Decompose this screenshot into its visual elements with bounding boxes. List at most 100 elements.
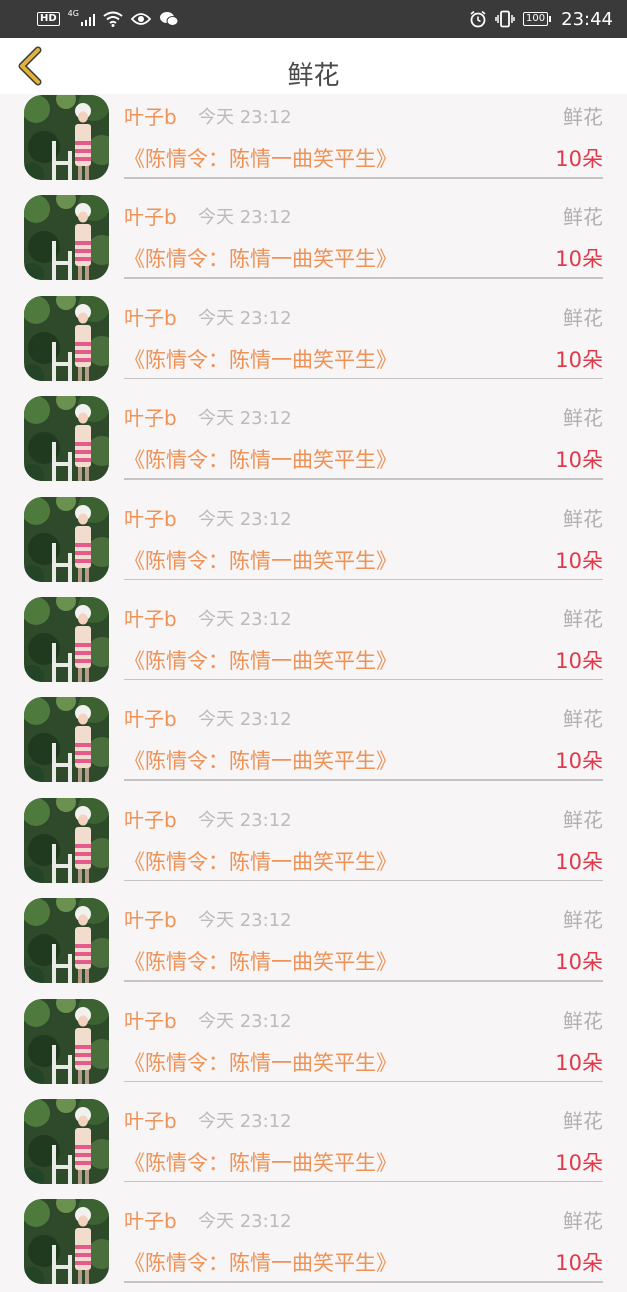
avatar-photo xyxy=(24,95,109,180)
work-title[interactable]: 《陈情令：陈情一曲笑平生》 xyxy=(124,444,397,474)
username[interactable]: 叶子b xyxy=(124,804,177,833)
avatar-photo xyxy=(24,1199,109,1285)
divider xyxy=(124,1080,603,1083)
timestamp: 今天 23:12 xyxy=(198,809,292,831)
work-title[interactable]: 《陈情令：陈情一曲笑平生》 xyxy=(124,1247,397,1277)
avatar[interactable] xyxy=(24,797,109,883)
status-right: 100 23:44 xyxy=(469,9,613,30)
list-item[interactable]: 叶子b 今天 23:12 鲜花 《陈情令：陈情一曲笑平生》 10朵 xyxy=(0,288,627,388)
gift-type: 鲜花 xyxy=(563,105,603,129)
username[interactable]: 叶子b xyxy=(124,402,177,431)
timestamp: 今天 23:12 xyxy=(198,1010,292,1032)
username[interactable]: 叶子b xyxy=(124,101,177,130)
avatar[interactable] xyxy=(24,898,109,984)
username[interactable]: 叶子b xyxy=(124,1205,177,1234)
gift-count: 10朵 xyxy=(555,950,603,975)
alarm-icon xyxy=(470,10,486,28)
work-title[interactable]: 《陈情令：陈情一曲笑平生》 xyxy=(124,1047,397,1077)
username[interactable]: 叶子b xyxy=(124,1005,177,1034)
signal-icon xyxy=(80,13,96,26)
username[interactable]: 叶子b xyxy=(124,603,177,632)
timestamp: 今天 23:12 xyxy=(198,508,292,530)
avatar-photo xyxy=(24,596,109,682)
list-item[interactable]: 叶子b 今天 23:12 鲜花 《陈情令：陈情一曲笑平生》 10朵 xyxy=(0,589,627,689)
divider xyxy=(124,980,603,982)
gift-count: 10朵 xyxy=(555,347,603,372)
avatar[interactable] xyxy=(24,95,109,180)
gift-count: 10朵 xyxy=(555,1050,603,1075)
work-title[interactable]: 《陈情令：陈情一曲笑平生》 xyxy=(124,645,397,675)
gift-type: 鲜花 xyxy=(563,1209,603,1234)
gift-type: 鲜花 xyxy=(563,305,603,330)
gift-type: 鲜花 xyxy=(563,1008,603,1033)
work-title[interactable]: 《陈情令：陈情一曲笑平生》 xyxy=(124,545,397,575)
vibrate-icon xyxy=(495,10,515,28)
gift-count: 10朵 xyxy=(555,1150,603,1175)
back-button[interactable] xyxy=(10,44,50,88)
gift-count: 10朵 xyxy=(555,448,603,473)
work-title[interactable]: 《陈情令：陈情一曲笑平生》 xyxy=(124,946,397,976)
list-item[interactable]: 叶子b 今天 23:12 鲜花 《陈情令：陈情一曲笑平生》 10朵 xyxy=(0,187,627,287)
eye-icon xyxy=(131,13,152,25)
status-bar: HD 4G 100 23:44 xyxy=(0,0,627,38)
username[interactable]: 叶子b xyxy=(124,703,177,732)
work-title[interactable]: 《陈情令：陈情一曲笑平生》 xyxy=(124,143,397,173)
gift-count: 10朵 xyxy=(555,1251,603,1276)
username[interactable]: 叶子b xyxy=(124,201,177,230)
gift-count: 10朵 xyxy=(555,648,603,673)
battery-icon: 100 xyxy=(523,12,552,26)
list-item[interactable]: 叶子b 今天 23:12 鲜花 《陈情令：陈情一曲笑平生》 10朵 xyxy=(0,991,627,1091)
timestamp: 今天 23:12 xyxy=(198,910,292,932)
page-title: 鲜花 xyxy=(287,61,340,91)
wifi-icon xyxy=(103,11,124,27)
username[interactable]: 叶子b xyxy=(124,1105,177,1134)
avatar[interactable] xyxy=(24,195,109,281)
divider xyxy=(124,1180,603,1183)
avatar-photo xyxy=(24,1098,109,1184)
avatar[interactable] xyxy=(24,396,109,482)
list-item[interactable]: 叶子b 今天 23:12 鲜花 《陈情令：陈情一曲笑平生》 10朵 xyxy=(0,489,627,589)
avatar[interactable] xyxy=(24,596,109,682)
avatar-photo xyxy=(24,998,109,1084)
work-title[interactable]: 《陈情令：陈情一曲笑平生》 xyxy=(124,1147,397,1177)
gift-count: 10朵 xyxy=(555,147,603,171)
work-title[interactable]: 《陈情令：陈情一曲笑平生》 xyxy=(124,745,397,775)
timestamp: 今天 23:12 xyxy=(198,1211,292,1233)
app-header: 鲜花 xyxy=(0,38,627,94)
gift-type: 鲜花 xyxy=(563,707,603,732)
avatar[interactable] xyxy=(24,1199,109,1285)
list-item[interactable]: 叶子b 今天 23:12 鲜花 《陈情令：陈情一曲笑平生》 10朵 xyxy=(0,689,627,789)
gift-count: 10朵 xyxy=(555,749,603,774)
work-title[interactable]: 《陈情令：陈情一曲笑平生》 xyxy=(124,344,397,374)
list-item[interactable]: 叶子b 今天 23:12 鲜花 《陈情令：陈情一曲笑平生》 10朵 xyxy=(0,790,627,890)
avatar[interactable] xyxy=(24,1098,109,1184)
divider xyxy=(124,578,603,581)
gift-type: 鲜花 xyxy=(563,1108,603,1133)
list-item[interactable]: 叶子b 今天 23:12 鲜花 《陈情令：陈情一曲笑平生》 10朵 xyxy=(0,388,627,488)
work-title[interactable]: 《陈情令：陈情一曲笑平生》 xyxy=(124,846,397,876)
divider xyxy=(124,879,603,882)
gift-count: 10朵 xyxy=(555,548,603,573)
list-item[interactable]: 叶子b 今天 23:12 鲜花 《陈情令：陈情一曲笑平生》 10朵 xyxy=(0,87,627,187)
avatar[interactable] xyxy=(24,295,109,381)
list-item[interactable]: 叶子b 今天 23:12 鲜花 《陈情令：陈情一曲笑平生》 10朵 xyxy=(0,1191,627,1291)
avatar[interactable] xyxy=(24,496,109,582)
username[interactable]: 叶子b xyxy=(124,302,177,331)
network-type: 4G xyxy=(67,8,79,18)
list-item[interactable]: 叶子b 今天 23:12 鲜花 《陈情令：陈情一曲笑平生》 10朵 xyxy=(0,1091,627,1191)
gift-type: 鲜花 xyxy=(563,406,603,431)
avatar[interactable] xyxy=(24,697,109,783)
divider xyxy=(124,177,603,179)
username[interactable]: 叶子b xyxy=(124,904,177,933)
list-item[interactable]: 叶子b 今天 23:12 鲜花 《陈情令：陈情一曲笑平生》 10朵 xyxy=(0,890,627,990)
work-title[interactable]: 《陈情令：陈情一曲笑平生》 xyxy=(124,243,397,273)
timestamp: 今天 23:12 xyxy=(198,307,292,329)
flower-record-list: 叶子b 今天 23:12 鲜花 《陈情令：陈情一曲笑平生》 10朵 叶子b 今天… xyxy=(0,94,627,1292)
gift-count: 10朵 xyxy=(555,247,603,272)
gift-type: 鲜花 xyxy=(563,908,603,933)
avatar-photo xyxy=(24,496,109,582)
timestamp: 今天 23:12 xyxy=(198,408,292,430)
username[interactable]: 叶子b xyxy=(124,503,177,532)
avatar[interactable] xyxy=(24,998,109,1084)
timestamp: 今天 23:12 xyxy=(198,1110,292,1132)
